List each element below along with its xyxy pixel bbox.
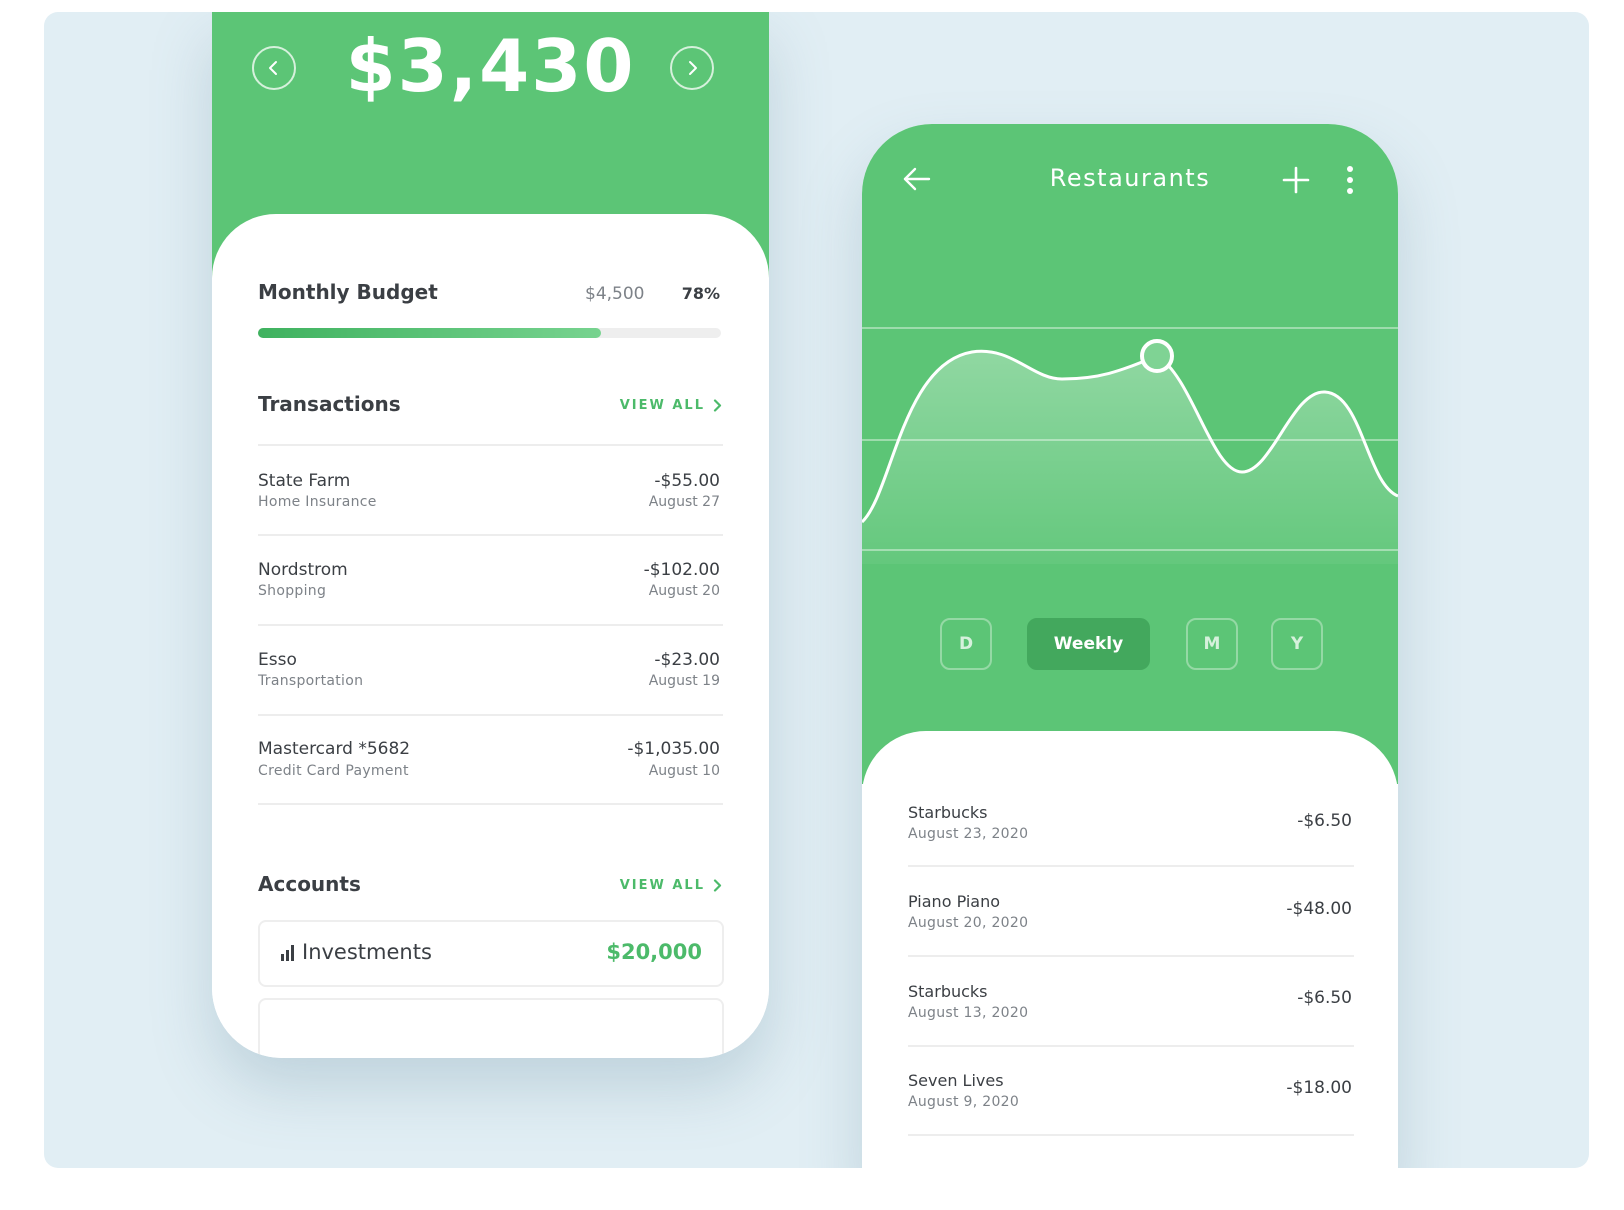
previous-button[interactable] [252,46,296,90]
transaction-name: Esso [258,650,297,670]
transaction-date: August 10 [648,763,720,779]
chevron-right-icon [713,879,722,892]
chevron-left-icon [269,61,277,75]
expense-name: Starbucks [908,803,988,822]
balance-amount: $3,430 [345,24,636,108]
budget-screen: $3,430 Monthly Budget $4,500 78% Transac… [212,12,769,1058]
expense-amount: -$18.00 [1286,1078,1352,1098]
divider [258,444,723,446]
expense-amount: -$6.50 [1297,811,1352,831]
account-name: Investments [302,940,432,964]
transaction-amount: -$55.00 [654,471,720,491]
transactions-title: Transactions [258,392,401,416]
period-day-button[interactable]: D [940,618,992,670]
transaction-date: August 27 [648,494,720,510]
period-weekly-button[interactable]: Weekly [1027,618,1150,670]
next-button[interactable] [670,46,714,90]
expense-amount: -$48.00 [1286,899,1352,919]
transaction-date: August 19 [648,673,720,689]
canvas-background: $3,430 Monthly Budget $4,500 78% Transac… [44,12,1589,1168]
period-year-button[interactable]: Y [1271,618,1323,670]
view-all-label: VIEW ALL [619,398,705,413]
divider [908,865,1354,867]
divider [258,714,723,716]
divider [908,1045,1354,1047]
divider [258,624,723,626]
transaction-name: State Farm [258,471,351,491]
transaction-date: August 20 [648,583,720,599]
plus-icon[interactable] [1282,166,1310,194]
transaction-amount: -$23.00 [654,650,720,670]
chart-selected-point[interactable] [1140,339,1174,373]
budget-percent: 78% [681,284,720,303]
view-all-label: VIEW ALL [619,878,705,893]
category-screen: Restaurants D Weekly M Y Starbucks Augus… [862,124,1398,1168]
transaction-category: Credit Card Payment [258,763,409,779]
expense-date: August 23, 2020 [908,826,1029,842]
transactions-view-all-link[interactable]: VIEW ALL [620,398,723,413]
expense-name: Piano Piano [908,892,1001,911]
transaction-amount: -$1,035.00 [627,739,720,759]
divider [258,803,723,805]
transaction-category: Transportation [258,673,364,689]
expense-date: August 20, 2020 [908,915,1029,931]
chevron-right-icon [713,399,722,412]
account-value: $20,000 [606,940,702,964]
expense-amount: -$6.50 [1297,988,1352,1008]
budget-progress-fill [258,328,601,338]
chevron-right-icon [689,61,697,75]
transaction-category: Shopping [258,583,327,599]
divider [908,1134,1354,1136]
transaction-amount: -$102.00 [643,560,720,580]
spending-chart [862,327,1398,564]
expense-name: Seven Lives [908,1071,1004,1090]
period-month-button[interactable]: M [1186,618,1238,670]
budget-limit: $4,500 [585,284,645,304]
account-card-next[interactable] [258,998,724,1058]
budget-progress-bar [258,328,721,338]
accounts-view-all-link[interactable]: VIEW ALL [620,878,723,893]
chart-area [862,351,1398,564]
divider [908,955,1354,957]
accounts-title: Accounts [258,872,361,896]
more-vertical-icon[interactable] [1344,164,1356,196]
divider [258,534,723,536]
expense-date: August 9, 2020 [908,1094,1020,1110]
transaction-category: Home Insurance [258,494,377,510]
expense-name: Starbucks [908,982,988,1001]
bar-chart-icon [281,945,294,961]
budget-title: Monthly Budget [258,280,438,304]
account-card-investments[interactable]: Investments $20,000 [258,920,724,987]
screen-title: Restaurants [1049,164,1211,192]
expense-date: August 13, 2020 [908,1005,1029,1021]
transaction-name: Nordstrom [258,560,348,580]
transaction-name: Mastercard *5682 [258,739,411,759]
